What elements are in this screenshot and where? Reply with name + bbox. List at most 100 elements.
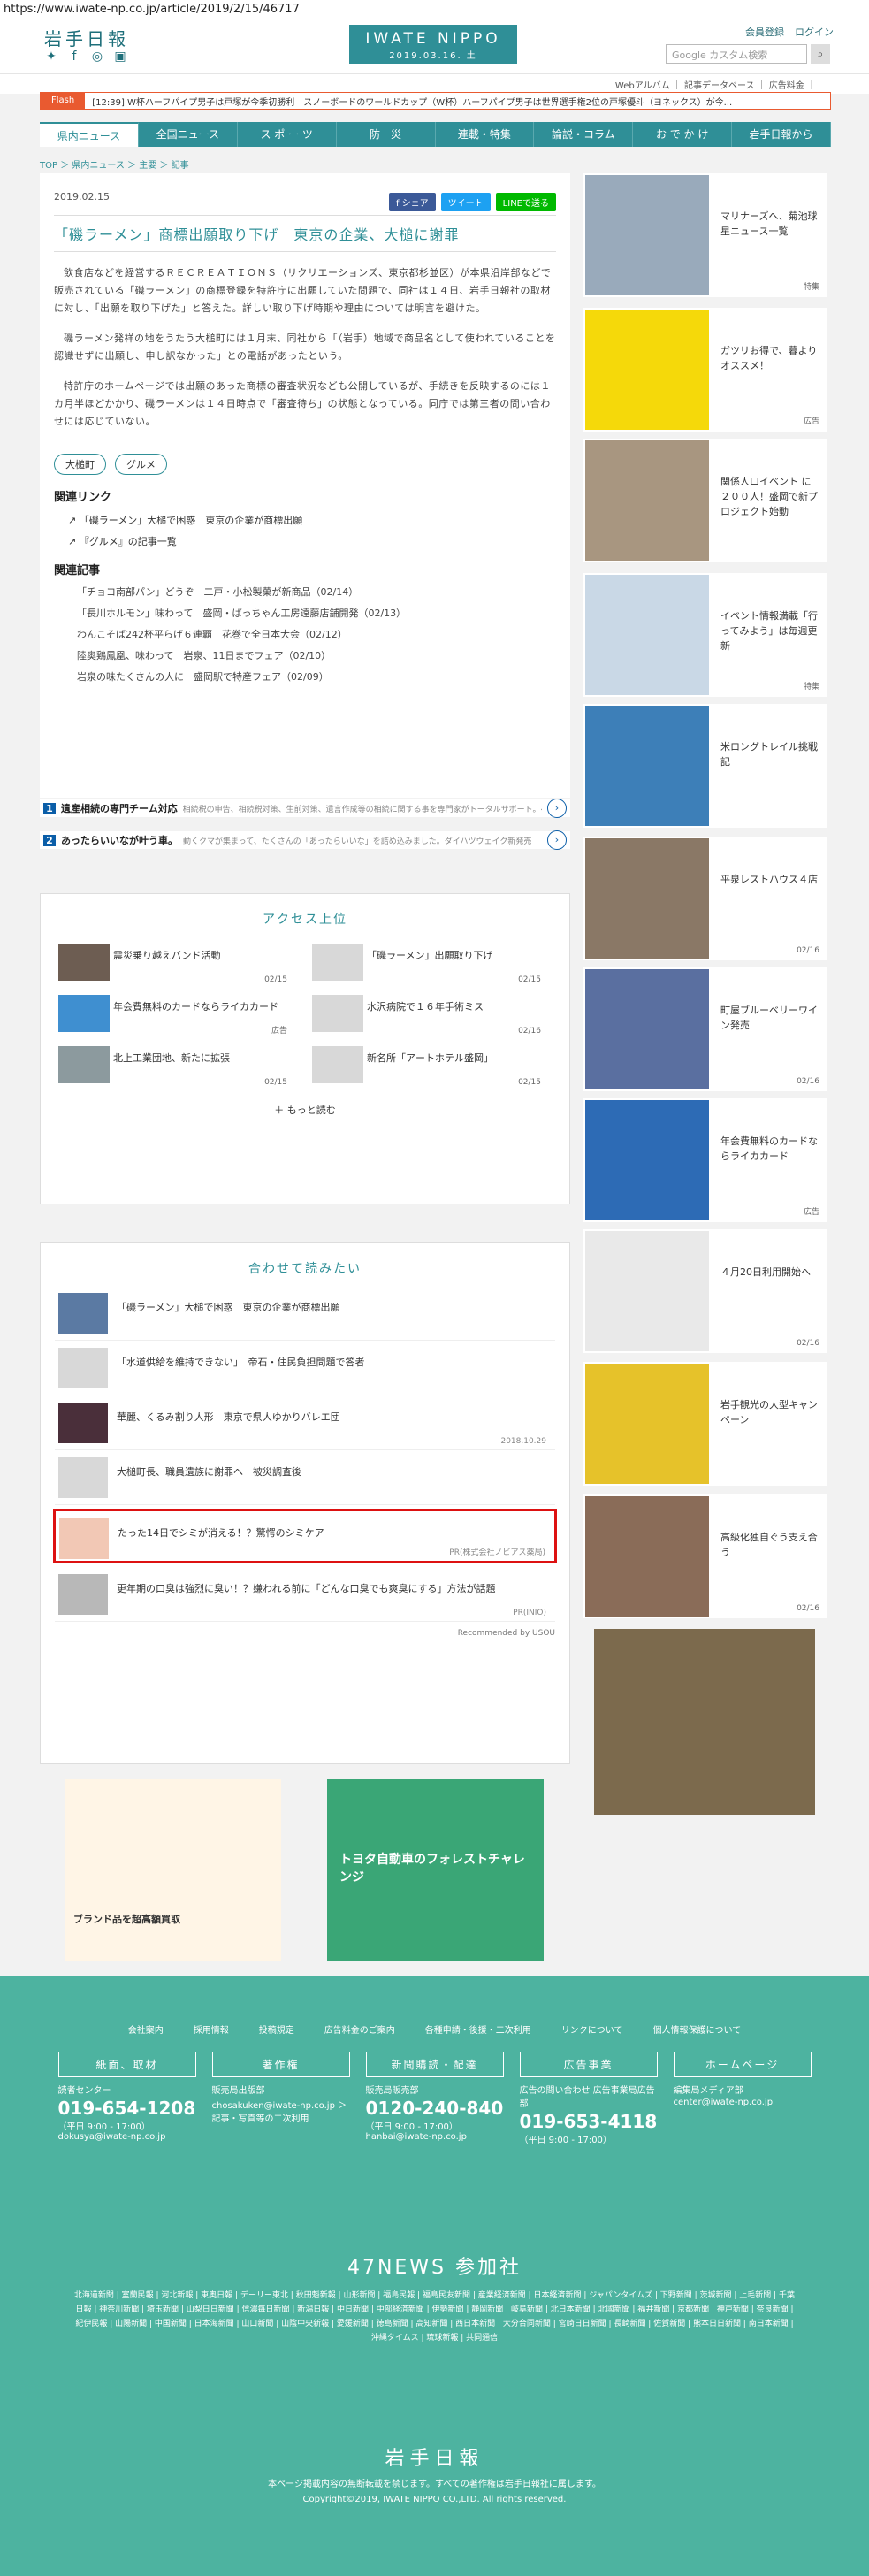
- sidebar-item[interactable]: 米ロングトレイル挑戦記: [583, 704, 827, 828]
- site-logo[interactable]: 岩手日報: [44, 25, 129, 50]
- flash-news-bar[interactable]: Flash [12:39] W杯ハーフパイプ男子は戸塚が今季初勝利 スノーボード…: [40, 92, 831, 110]
- search-icon[interactable]: ⌕: [811, 44, 830, 64]
- chevron-right-icon[interactable]: ›: [547, 830, 567, 850]
- news47-heading: 47NEWS 参加社: [347, 2257, 522, 2279]
- register-link[interactable]: 会員登録: [745, 25, 784, 39]
- read-item[interactable]: 更年期の口臭は強烈に臭い！？嫌われる前に「どんな口臭でも爽臭にする」方法が話題 P…: [55, 1567, 555, 1622]
- ranking-item[interactable]: 年会費無料のカードならライカカード 広告: [51, 988, 305, 1039]
- footer-link[interactable]: 採用情報: [194, 2022, 229, 2036]
- footer-link[interactable]: 会社案内: [128, 2022, 164, 2036]
- related-article[interactable]: わんこそば242杯平らげ６連覇 花巻で全日本大会（02/12）: [77, 627, 556, 641]
- article-body: 飲食店などを経営するＲＥＣＲＥＡＴＩＯＮＳ（リクリエーションズ、東京都杉並区）が…: [54, 264, 556, 431]
- read-item[interactable]: 「水道供給を維持できない」 帝石・住民負担問題で答者: [55, 1341, 555, 1395]
- sidebar-item[interactable]: 年会費無料のカードならライカカード 広告: [583, 1098, 827, 1222]
- current-date: 2019.03.16. 土: [389, 51, 477, 61]
- article-paragraph: 磯ラーメン発祥の地をうたう大槌町には１月末、同社から「（岩手）地域で商品名として…: [54, 333, 556, 362]
- brand-badge[interactable]: IWATE NIPPO 2019.03.16. 土: [349, 25, 517, 64]
- sidebar-item[interactable]: マリナーズへ、菊池球星ニュース一覧 特集: [583, 173, 827, 297]
- site-header: 岩手日報 ✦ f ◎ ▣ IWATE NIPPO 2019.03.16. 土 会…: [0, 19, 869, 74]
- nav-outing[interactable]: お で か け: [633, 122, 733, 147]
- ranking-item[interactable]: 震災乗り越えバンド活動 02/15: [51, 936, 305, 988]
- phone-number[interactable]: 0120-240-840: [366, 2098, 504, 2119]
- partner-papers[interactable]: 北海道新聞 | 室蘭民報 | 河北新報 | 東奥日報 | デーリー東北 | 秋田…: [72, 2289, 797, 2345]
- footer-logo: 岩手日報: [385, 2448, 484, 2470]
- related-article[interactable]: 陸奥鶏鳳凰、味わって 岩泉、11日までフェア（02/10）: [77, 648, 556, 662]
- search-input[interactable]: Google カスタム検索: [666, 44, 807, 64]
- footer-links: 会社案内 採用情報 投稿規定 広告料金のご案内 各種申請・後援・二次利用 リンク…: [0, 2022, 869, 2036]
- footer-note: 本ページ掲載内容の無断転載を禁じます。すべての著作権は岩手日報社に属します。: [268, 2480, 601, 2489]
- text-ad[interactable]: 1 遺産相続の専門チーム対応 相続税の申告、相続税対策、生前対策、遺言作成等の相…: [40, 799, 570, 818]
- chevron-right-icon[interactable]: ›: [547, 799, 567, 818]
- nav-prefecture-news[interactable]: 県内ニュース: [40, 122, 139, 147]
- nav-disaster[interactable]: 防 災: [337, 122, 436, 147]
- access-heading: アクセス上位: [263, 913, 347, 927]
- banner-ad-toyota[interactable]: トヨタ自動車のフォレストチャレンジ: [327, 1779, 544, 1961]
- related-article[interactable]: 「長川ホルモン」味わって 盛岡・ぱっちゃん工房遠藤店舗開発（02/13）: [77, 606, 556, 620]
- footer-link[interactable]: 広告料金のご案内: [324, 2022, 395, 2036]
- related-links-heading: 関連リンク: [54, 491, 112, 504]
- more-button[interactable]: ＋ もっと読む: [41, 1103, 569, 1117]
- footer-link[interactable]: 投稿規定: [259, 2022, 294, 2036]
- sidebar-item[interactable]: 岩手観光の大型キャンペーン: [583, 1362, 827, 1486]
- ranking-item[interactable]: 北上工業団地、新たに拡張 02/15: [51, 1039, 305, 1090]
- read-heading: 合わせて読みたい: [248, 1262, 362, 1276]
- related-article[interactable]: 岩泉の味たくさんの人に 盛岡駅で特産フェア（02/09）: [77, 669, 556, 684]
- sidebar-item[interactable]: イベント情報満載「行ってみよう」は毎週更新 特集: [583, 573, 827, 697]
- ranking-item[interactable]: 水沢病院で１６年手術ミス 02/16: [305, 988, 559, 1039]
- related-link[interactable]: ↗ 「磯ラーメン」大槌で困惑 東京の企業が商標出願: [68, 513, 556, 527]
- login-link[interactable]: ログイン: [795, 25, 834, 39]
- tweet-button[interactable]: ツイート: [440, 193, 491, 211]
- sub-navigation[interactable]: Webアルバム ｜ 記事データベース ｜ 広告料金 ｜: [0, 74, 869, 94]
- related-link[interactable]: ↗ 『グルメ』の記事一覧: [68, 534, 556, 548]
- tag-otsuchi[interactable]: 大槌町: [54, 454, 106, 475]
- site-footer: 会社案内 採用情報 投稿規定 広告料金のご案内 各種申請・後援・二次利用 リンク…: [0, 1976, 869, 2576]
- text-ad[interactable]: 2 あったらいいなが叶う車。 動くクマが集まって、たくさんの「あったらいいな」を…: [40, 830, 570, 850]
- highlighted-ad-item[interactable]: たった14日でシミが消える！？驚愕のシミケア PR(株式会社ノビアス薬局): [53, 1509, 557, 1563]
- breadcrumb[interactable]: TOP ＞ 県内ニュース ＞ 主要 ＞ 記事: [40, 157, 189, 171]
- ranking-item[interactable]: 「磯ラーメン」出願取り下げ 02/15: [305, 936, 559, 988]
- sidebar-item[interactable]: ４月20日利用開始へ 02/16: [583, 1229, 827, 1353]
- twitter-icon[interactable]: ✦: [44, 50, 58, 64]
- social-links: ✦ f ◎ ▣: [44, 50, 127, 64]
- footer-link[interactable]: 各種申請・後援・二次利用: [425, 2022, 531, 2036]
- related-articles-heading: 関連記事: [54, 564, 101, 577]
- phone-number[interactable]: 019-653-4118: [520, 2111, 658, 2132]
- share-buttons: f シェア ツイート LINEで送る: [388, 193, 556, 211]
- brand-name: IWATE NIPPO: [365, 30, 501, 48]
- line-icon[interactable]: ▣: [113, 50, 127, 64]
- nav-sports[interactable]: ス ポ ー ツ: [238, 122, 337, 147]
- nav-series[interactable]: 連載・特集: [436, 122, 535, 147]
- ranking-item[interactable]: 新名所「アートホテル盛岡」 02/15: [305, 1039, 559, 1090]
- global-nav: 県内ニュース 全国ニュース ス ポ ー ツ 防 災 連載・特集 論説・コラム お…: [40, 122, 831, 147]
- line-share-button[interactable]: LINEで送る: [495, 193, 556, 211]
- article-paragraph: 特許庁のホームページでは出願のあった商標の審査状況なども公開しているが、手続きを…: [54, 380, 551, 427]
- url-bar[interactable]: https://www.iwate-np.co.jp/article/2019/…: [0, 0, 869, 19]
- instagram-icon[interactable]: ◎: [90, 50, 104, 64]
- read-item[interactable]: 大槌町長、職員遺族に謝罪へ 被災調査後: [55, 1450, 555, 1505]
- article: 2019.02.15 f シェア ツイート LINEで送る 「磯ラーメン」商標出…: [40, 173, 570, 798]
- sidebar-item[interactable]: 町屋ブルーベリーワイン発売 02/16: [583, 967, 827, 1091]
- tag-gourmet[interactable]: グルメ: [115, 454, 167, 475]
- nav-national-news[interactable]: 全国ニュース: [139, 122, 238, 147]
- footer-link[interactable]: 個人情報保護について: [653, 2022, 742, 2036]
- sidebar-item[interactable]: 平泉レストハウス４店 02/16: [583, 837, 827, 960]
- related-article[interactable]: 「チョコ南部パン」どうぞ 二戸・小松製菓が新商品（02/14）: [77, 585, 556, 599]
- read-item[interactable]: 華麗、くるみ割り人形 東京で県人ゆかりバレエ団 2018.10.29: [55, 1395, 555, 1450]
- recommended-reads: 合わせて読みたい 「磯ラーメン」大槌で困惑 東京の企業が商標出願 「水道供給を維…: [40, 1242, 570, 1764]
- read-item[interactable]: 「磯ラーメン」大槌で困惑 東京の企業が商標出願: [55, 1286, 555, 1341]
- contact-column: 著作権 販売局出版部 chosakuken@iwate-np.co.jp ＞記事・写…: [211, 2052, 350, 2145]
- sidebar-real-estate-ad[interactable]: [594, 1629, 815, 1815]
- phone-number[interactable]: 019-654-1208: [58, 2098, 196, 2119]
- facebook-share-button[interactable]: f シェア: [388, 193, 436, 211]
- nav-column[interactable]: 論説・コラム: [534, 122, 634, 147]
- article-title: 「磯ラーメン」商標出願取り下げ 東京の企業、大槌に謝罪: [54, 215, 556, 252]
- banner-ad-brand[interactable]: ブランド品を超高額買取: [65, 1779, 281, 1961]
- sidebar-item[interactable]: 高級化独自ぐう支え合う 02/16: [583, 1494, 827, 1618]
- sidebar-item[interactable]: 関係人口イベント に２００人！盛岡で新プロジェクト始動: [583, 439, 827, 562]
- flash-text[interactable]: [12:39] W杯ハーフパイプ男子は戸塚が今季初勝利 スノーボードのワールドカ…: [85, 95, 732, 108]
- sidebar-item[interactable]: ガツリお得で、暮よりオススメ！ 広告: [583, 308, 827, 432]
- footer-link[interactable]: リンクについて: [561, 2022, 623, 2036]
- nav-from-iwate[interactable]: 岩手日報から: [732, 122, 831, 147]
- facebook-icon[interactable]: f: [67, 50, 81, 64]
- contact-column: 広告事業 広告の問い合わせ 広告事業局広告部 019-653-4118 （平日 9:0…: [519, 2052, 658, 2145]
